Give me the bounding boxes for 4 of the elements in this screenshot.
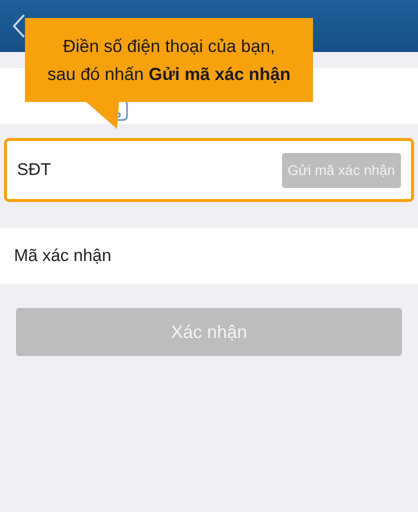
- code-input-field[interactable]: Mã xác nhận: [0, 228, 418, 284]
- tooltip-callout: Điền số điện thoại của bạn, sau đó nhấn Gửi mã xác nhận: [25, 18, 313, 102]
- back-icon[interactable]: [12, 13, 26, 39]
- callout-tail: [85, 101, 119, 129]
